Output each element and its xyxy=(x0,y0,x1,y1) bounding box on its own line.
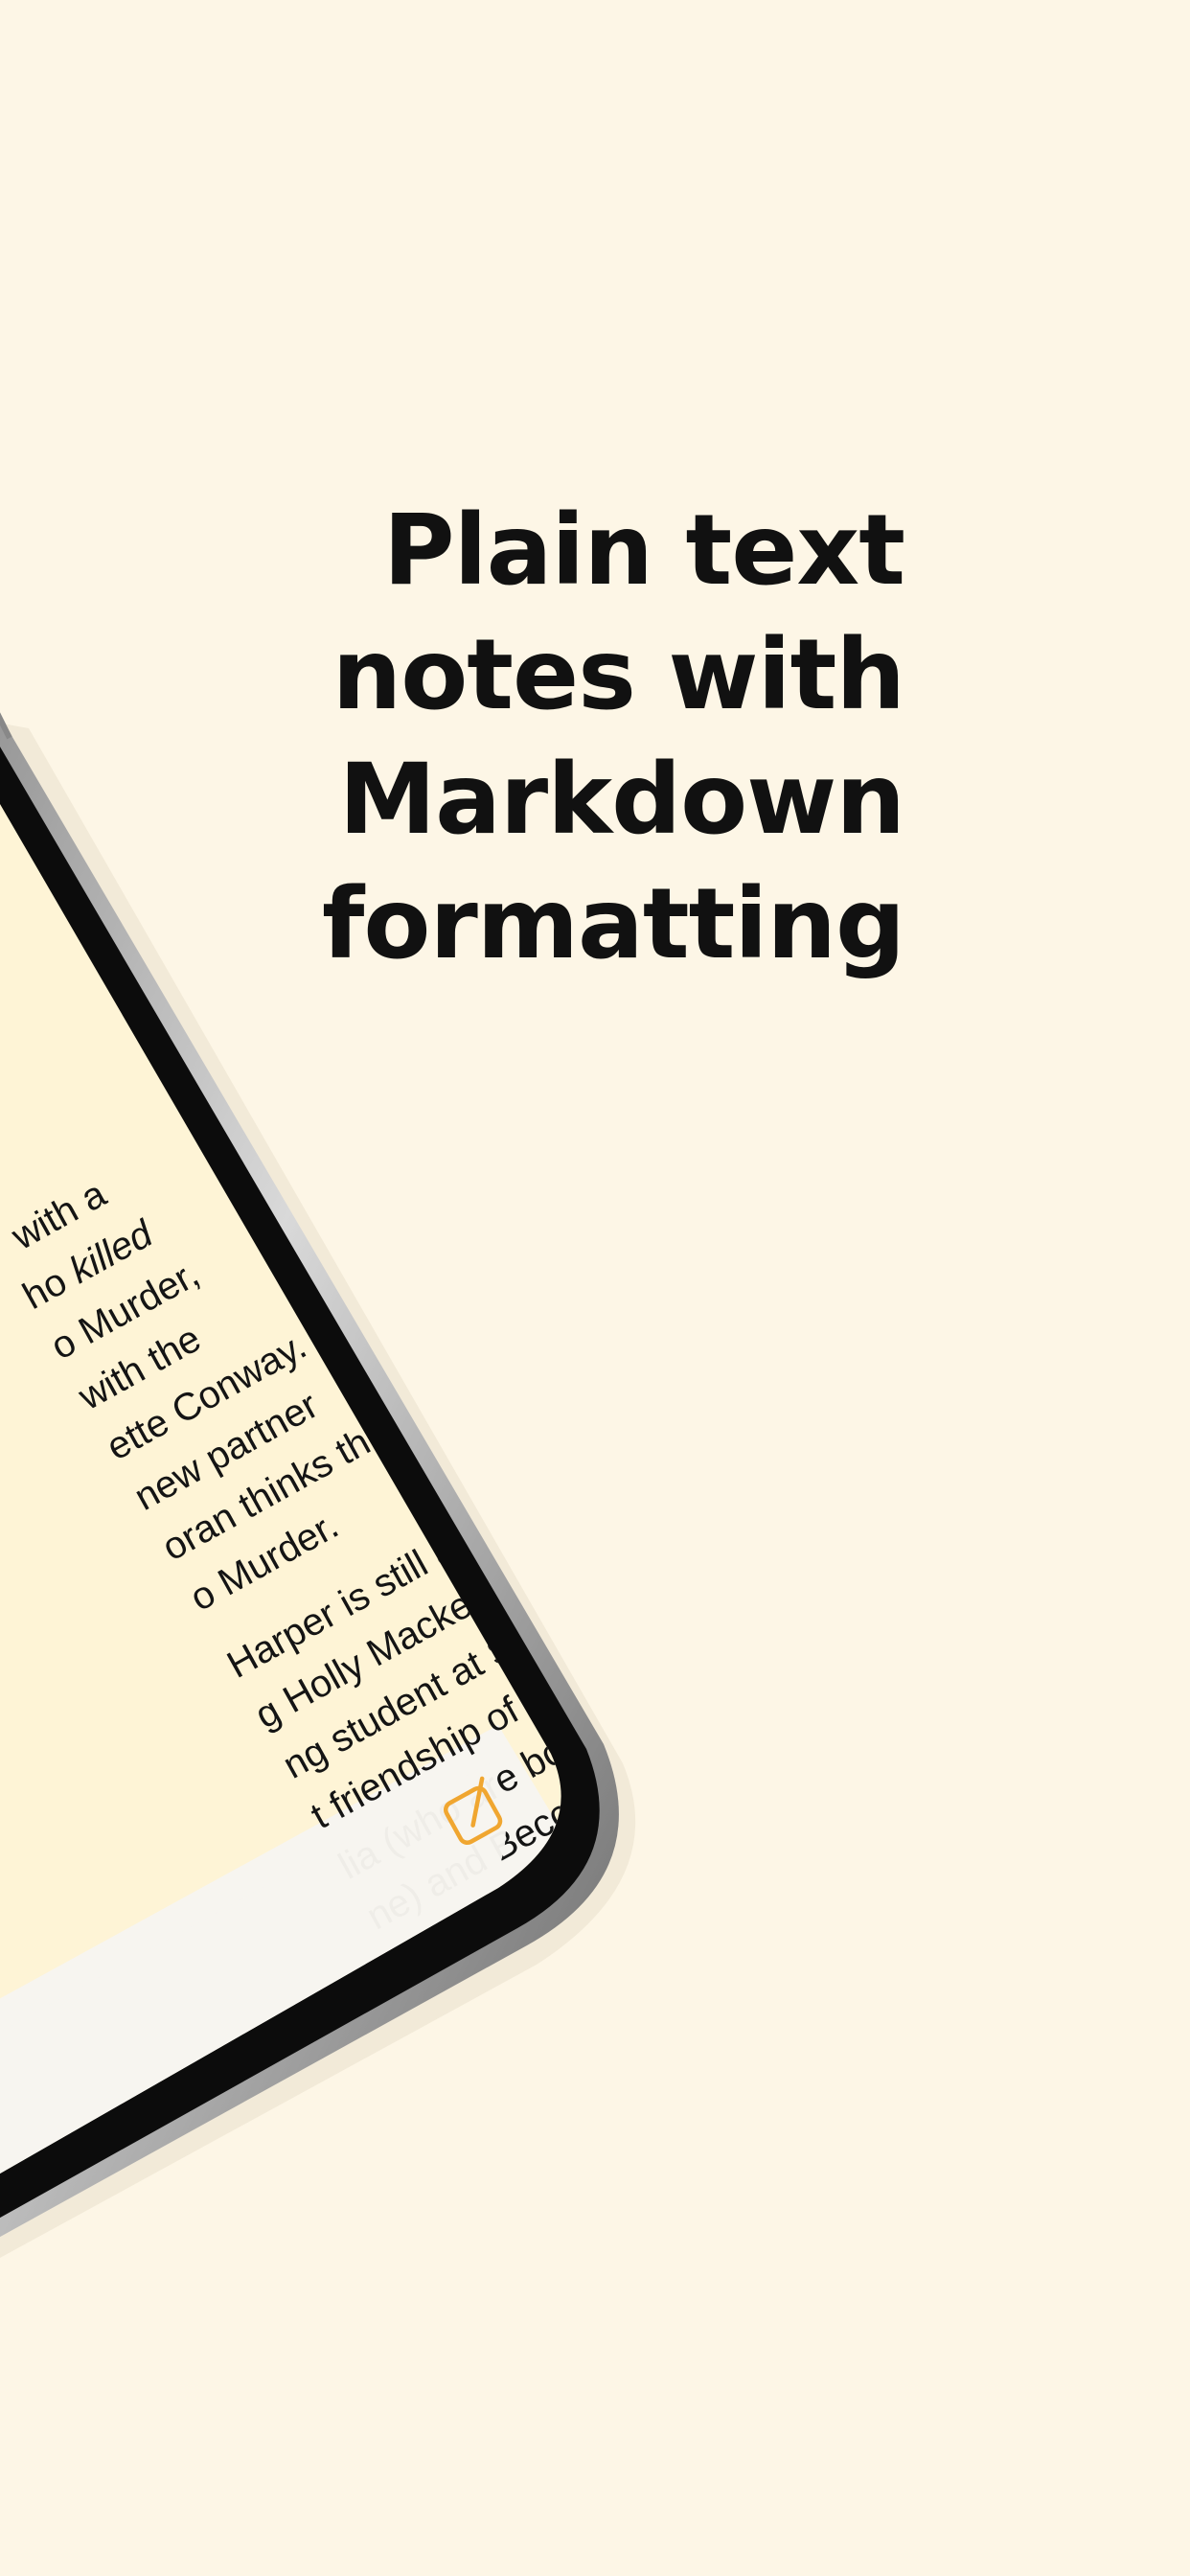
phone-mockup: . t. with a ho killed o Murder, with the… xyxy=(0,594,636,2338)
headline-line: Markdown xyxy=(338,743,905,857)
headline-line: Plain text xyxy=(382,494,905,608)
screenshot-page: . t. with a ho killed o Murder, with the… xyxy=(0,0,1190,2576)
headline-line: formatting xyxy=(322,867,905,981)
headline: Plain text notes with Markdown formattin… xyxy=(234,489,905,987)
headline-line: notes with xyxy=(332,618,905,732)
